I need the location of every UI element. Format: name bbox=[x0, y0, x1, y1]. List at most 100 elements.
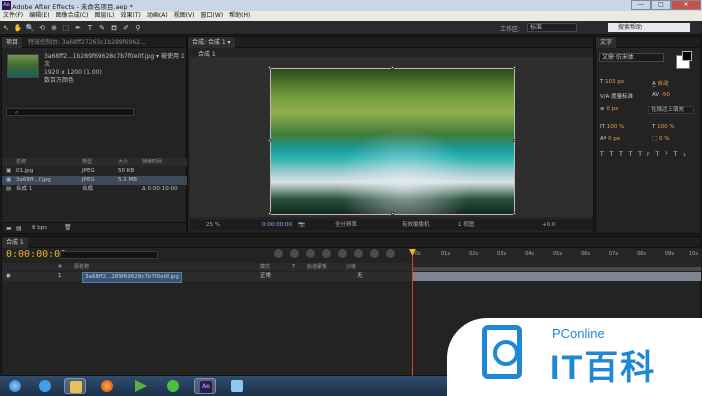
taskbar-explorer[interactable] bbox=[64, 378, 86, 394]
brainstorm-icon[interactable] bbox=[370, 249, 379, 258]
taskbar-ie[interactable] bbox=[34, 378, 56, 394]
menu-composition[interactable]: 图像合成(C) bbox=[53, 11, 92, 21]
vertical-scale-row[interactable]: IT 100 % bbox=[600, 124, 624, 130]
timeline-layer-row[interactable]: ◉ 1 3a68ff2...289f69628c7b7f0e0f.jpg 正常 … bbox=[2, 272, 412, 283]
stroke-mode-select[interactable]: 在描边上填充 bbox=[648, 106, 694, 114]
project-item-comp1[interactable]: ▤ 合成 1 合成 Δ 0:00:10:00 bbox=[2, 185, 188, 194]
resize-handle[interactable] bbox=[513, 66, 516, 69]
timeline-current-time[interactable]: 0:00:00:00 bbox=[6, 249, 66, 260]
col-trackmatte[interactable]: 轨道蒙板 bbox=[307, 263, 327, 271]
timeline-search-input[interactable] bbox=[60, 251, 158, 259]
col-parent[interactable]: 父级 bbox=[346, 263, 356, 271]
comp-frame-image[interactable] bbox=[270, 68, 515, 215]
project-search-input[interactable]: ⌕ bbox=[6, 108, 134, 116]
hand-tool-icon[interactable]: ✋ bbox=[13, 23, 23, 33]
stroke-width-row[interactable]: ≡ 0 px bbox=[600, 106, 618, 112]
kerning-row[interactable]: V/A 度量标准 bbox=[600, 92, 633, 100]
resolution-select[interactable]: 全分辨率 bbox=[335, 220, 357, 230]
zoom-select[interactable]: 25 % bbox=[206, 220, 220, 230]
time-ruler[interactable]: 0s 01s 02s 03s 04s 05s 06s 07s 08s 09s 1… bbox=[413, 249, 701, 267]
eraser-tool-icon[interactable]: ✐ bbox=[121, 23, 131, 33]
tab-project[interactable]: 项目 bbox=[2, 37, 23, 48]
graph-editor-icon[interactable] bbox=[354, 249, 363, 258]
resize-handle[interactable] bbox=[268, 139, 271, 142]
anchor-tool-icon[interactable]: ⊕ bbox=[49, 23, 59, 33]
camera-select[interactable]: 有效摄像机 bbox=[402, 220, 430, 230]
playhead-line[interactable] bbox=[412, 249, 413, 377]
faux-bold-button[interactable]: T bbox=[600, 151, 610, 158]
small-caps-button[interactable]: Tr bbox=[638, 151, 655, 158]
taskbar-after-effects[interactable]: Ae bbox=[194, 378, 216, 394]
layer-name[interactable]: 3a68ff2...289f69628c7b7f0e0f.jpg bbox=[82, 272, 182, 283]
comp-timecode[interactable]: 0:00:00:00 bbox=[262, 220, 292, 230]
taskbar-firefox[interactable] bbox=[96, 378, 118, 394]
superscript-button[interactable]: T¹ bbox=[656, 151, 674, 158]
selection-tool-icon[interactable]: ↖ bbox=[1, 23, 11, 33]
menu-view[interactable]: 视图(V) bbox=[171, 11, 198, 21]
menu-window[interactable]: 窗口(W) bbox=[197, 11, 226, 21]
col-name[interactable]: 名称 bbox=[16, 158, 26, 166]
pen-tool-icon[interactable]: ✒ bbox=[73, 23, 83, 33]
zoom-tool-icon[interactable]: 🔍 bbox=[25, 23, 35, 33]
stroke-color-swatch[interactable] bbox=[682, 51, 692, 61]
resize-handle[interactable] bbox=[513, 212, 516, 215]
exposure-value[interactable]: +0.0 bbox=[542, 220, 555, 230]
time-stretch-icon[interactable] bbox=[386, 249, 395, 258]
project-item-01jpg[interactable]: ▣ 01.jpg JPEG 50 KB bbox=[2, 167, 188, 176]
trash-icon[interactable]: 🗑 bbox=[64, 224, 72, 231]
text-tool-icon[interactable]: T bbox=[85, 23, 95, 33]
leading-row[interactable]: A̲ 自动 bbox=[652, 79, 669, 87]
col-duration[interactable]: 持续时间 bbox=[142, 158, 162, 166]
menu-edit[interactable]: 编辑(E) bbox=[26, 11, 52, 21]
taskbar-notepad[interactable] bbox=[226, 378, 248, 394]
stamp-tool-icon[interactable]: ⛾ bbox=[109, 23, 119, 33]
visibility-eye-icon[interactable]: ◉ bbox=[6, 272, 11, 281]
draft-3d-icon[interactable] bbox=[290, 249, 299, 258]
new-folder-icon[interactable]: ▬ bbox=[6, 225, 12, 232]
font-size-row[interactable]: T 103 px bbox=[600, 79, 624, 85]
maximize-button[interactable]: □ bbox=[651, 0, 671, 10]
puppet-tool-icon[interactable]: ⚲ bbox=[133, 23, 143, 33]
font-family-select[interactable]: 文鼎·仿宋体 bbox=[599, 53, 664, 62]
col-type[interactable]: 类型 bbox=[82, 158, 92, 166]
workspace-select[interactable]: 标准 bbox=[527, 23, 577, 32]
layer-mode-select[interactable]: 正常 bbox=[260, 272, 271, 281]
layer-parent-select[interactable]: 无 bbox=[357, 272, 363, 281]
mask-tool-icon[interactable]: ⬚ bbox=[61, 23, 71, 33]
resize-handle[interactable] bbox=[268, 212, 271, 215]
tab-character[interactable]: 文字 bbox=[596, 37, 617, 48]
layer-duration-bar[interactable] bbox=[413, 272, 701, 281]
taskbar-media[interactable] bbox=[130, 378, 152, 394]
col-size[interactable]: 大小 bbox=[118, 158, 128, 166]
comp-mini-flowchart-icon[interactable] bbox=[274, 249, 283, 258]
tracking-row[interactable]: AV -50 bbox=[652, 92, 670, 98]
horizontal-scale-row[interactable]: T 100 % bbox=[652, 124, 675, 130]
faux-italic-button[interactable]: T bbox=[610, 151, 620, 158]
project-item-selected-jpg[interactable]: ▣ 3a68ff...f.jpg JPEG 5.1 MB bbox=[2, 176, 188, 185]
help-search-input[interactable]: 搜索帮助 bbox=[608, 23, 690, 32]
col-mode[interactable]: 模式 bbox=[260, 263, 270, 271]
menu-effect[interactable]: 效果(T) bbox=[118, 11, 144, 21]
minimize-button[interactable]: — bbox=[631, 0, 651, 10]
close-button[interactable]: ✕ bbox=[671, 0, 701, 10]
comp-viewer[interactable] bbox=[190, 57, 593, 217]
baseline-row[interactable]: Aª 0 px bbox=[600, 136, 620, 142]
brush-tool-icon[interactable]: ✎ bbox=[97, 23, 107, 33]
all-caps-button[interactable]: TT bbox=[619, 151, 638, 158]
rotate-tool-icon[interactable]: ⟲ bbox=[37, 23, 47, 33]
resize-handle[interactable] bbox=[391, 212, 394, 215]
new-comp-icon[interactable]: ▤ bbox=[16, 225, 22, 232]
start-button[interactable] bbox=[4, 378, 26, 394]
snapshot-icon[interactable]: 📷 bbox=[298, 220, 305, 230]
tsume-row[interactable]: ⬚ 0 % bbox=[652, 136, 669, 142]
col-source-name[interactable]: 源名称 bbox=[74, 263, 89, 271]
shy-layers-icon[interactable] bbox=[306, 249, 315, 258]
resize-handle[interactable] bbox=[513, 139, 516, 142]
tab-composition[interactable]: 合成: 合成 1 ▾ bbox=[188, 37, 235, 48]
bit-depth-button[interactable]: 8 bpc bbox=[32, 225, 47, 231]
views-select[interactable]: 1 视图 bbox=[458, 220, 474, 230]
resize-handle[interactable] bbox=[391, 66, 394, 69]
motion-blur-icon[interactable] bbox=[338, 249, 347, 258]
frame-blending-icon[interactable] bbox=[322, 249, 331, 258]
taskbar-360[interactable] bbox=[162, 378, 184, 394]
